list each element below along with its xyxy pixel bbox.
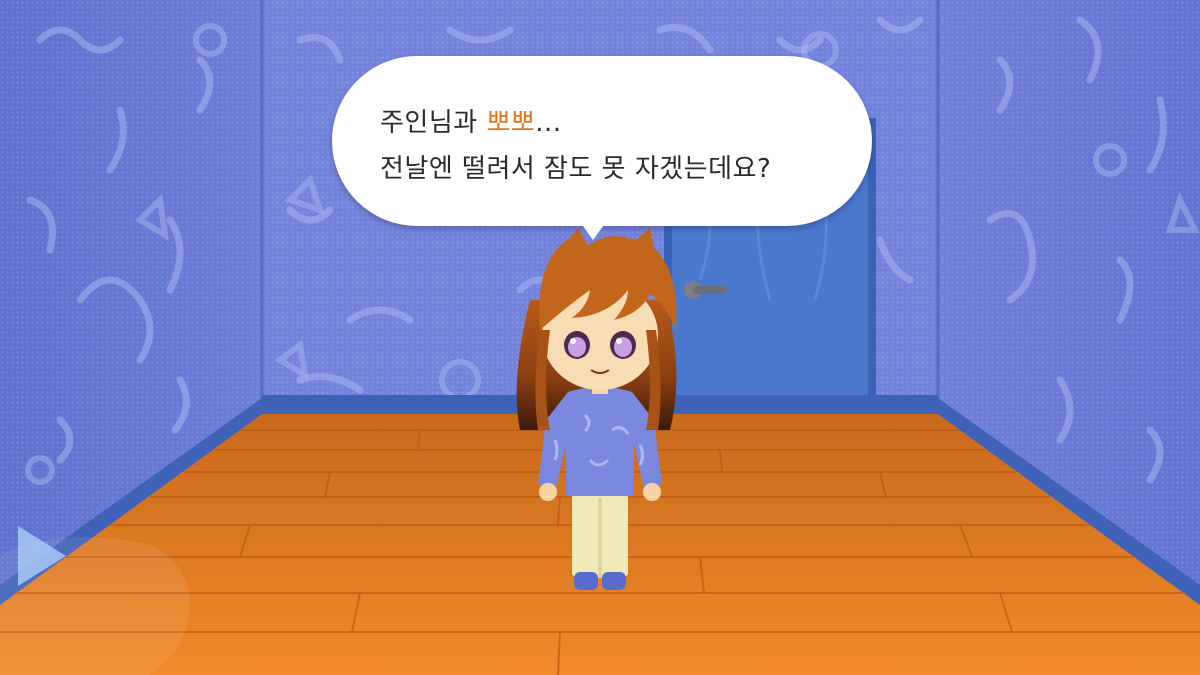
dialogue-suffix: ... <box>535 108 562 138</box>
dialogue-highlight: 뽀뽀 <box>486 108 536 138</box>
dialogue-prefix: 주인님과 <box>380 108 487 138</box>
play-triangle-icon[interactable] <box>14 520 74 590</box>
dialogue-line-2: 전날엔 떨려서 잠도 못 자겠는데요? <box>380 154 772 184</box>
speech-bubble[interactable]: 주인님과 뽀뽀... 전날엔 떨려서 잠도 못 자겠는데요? <box>332 56 872 226</box>
dialogue-line-1: 주인님과 뽀뽀... <box>380 102 562 139</box>
speech-bubble-tail <box>580 222 606 240</box>
character-shoes <box>574 572 598 590</box>
